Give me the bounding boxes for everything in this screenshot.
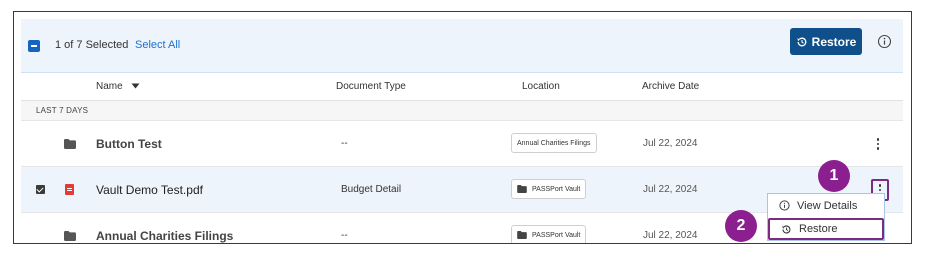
restore-button[interactable]: Restore — [790, 28, 862, 55]
folder-icon — [517, 231, 527, 239]
location-chip-label: PASSPort Vault — [532, 185, 581, 193]
folder-icon — [64, 139, 76, 149]
selection-count: 1 of 7 Selected — [55, 39, 129, 51]
menu-item-view-details-label: View Details — [797, 199, 858, 212]
location-chip[interactable]: PASSPort Vault — [511, 179, 587, 199]
menu-item-view-details[interactable]: View Details — [768, 195, 884, 216]
pdf-icon — [65, 184, 74, 195]
row-actions-kebab-icon[interactable] — [869, 135, 887, 153]
row-document-type: -- — [341, 230, 348, 241]
select-all-link[interactable]: Select All — [135, 39, 180, 51]
row-document-type: -- — [341, 138, 348, 149]
location-chip[interactable]: Annual Charities Filings — [511, 133, 597, 153]
row-actions-menu: View Details Restore — [767, 193, 885, 241]
row-archive-date: Jul 22, 2024 — [643, 138, 698, 149]
row-name[interactable]: Button Test — [96, 137, 162, 151]
column-header-location[interactable]: Location — [522, 81, 560, 92]
section-label-text: LAST 7 DAYS — [36, 106, 89, 115]
step-callout-2: 2 — [725, 210, 757, 242]
row-document-type: Budget Detail — [341, 184, 402, 195]
row-archive-date: Jul 22, 2024 — [643, 230, 698, 241]
row-checkbox[interactable] — [36, 185, 45, 194]
column-header-archive-date[interactable]: Archive Date — [642, 81, 699, 92]
row-archive-date: Jul 22, 2024 — [643, 184, 698, 195]
restore-icon — [796, 37, 807, 46]
table-row[interactable]: Button Test -- Annual Charities Filings … — [21, 121, 903, 167]
step-callout-1: 1 — [818, 160, 850, 192]
column-header-document-type[interactable]: Document Type — [336, 81, 406, 92]
restore-button-label: Restore — [811, 34, 857, 49]
folder-icon — [64, 231, 76, 241]
selection-toolbar: 1 of 7 Selected Select All Restore — [21, 19, 903, 73]
section-label: LAST 7 DAYS — [21, 101, 903, 121]
table-header: Name Document Type Location Archive Date — [21, 73, 903, 101]
info-icon — [779, 200, 790, 211]
folder-icon — [517, 185, 527, 193]
location-chip-label: Annual Charities Filings — [517, 139, 591, 147]
row-name[interactable]: Vault Demo Test.pdf — [96, 183, 203, 197]
row-name[interactable]: Annual Charities Filings — [96, 229, 233, 243]
column-header-name-label: Name — [96, 81, 123, 92]
menu-item-restore[interactable]: Restore — [768, 218, 884, 240]
menu-item-restore-label: Restore — [799, 223, 838, 235]
bulk-select-checkbox[interactable] — [28, 40, 40, 52]
location-chip[interactable]: PASSPort Vault — [511, 225, 587, 243]
sort-down-icon — [131, 83, 140, 89]
restore-icon — [782, 224, 791, 233]
location-chip-label: PASSPort Vault — [532, 231, 581, 239]
column-header-name[interactable]: Name — [96, 81, 140, 92]
info-icon[interactable] — [877, 34, 892, 49]
